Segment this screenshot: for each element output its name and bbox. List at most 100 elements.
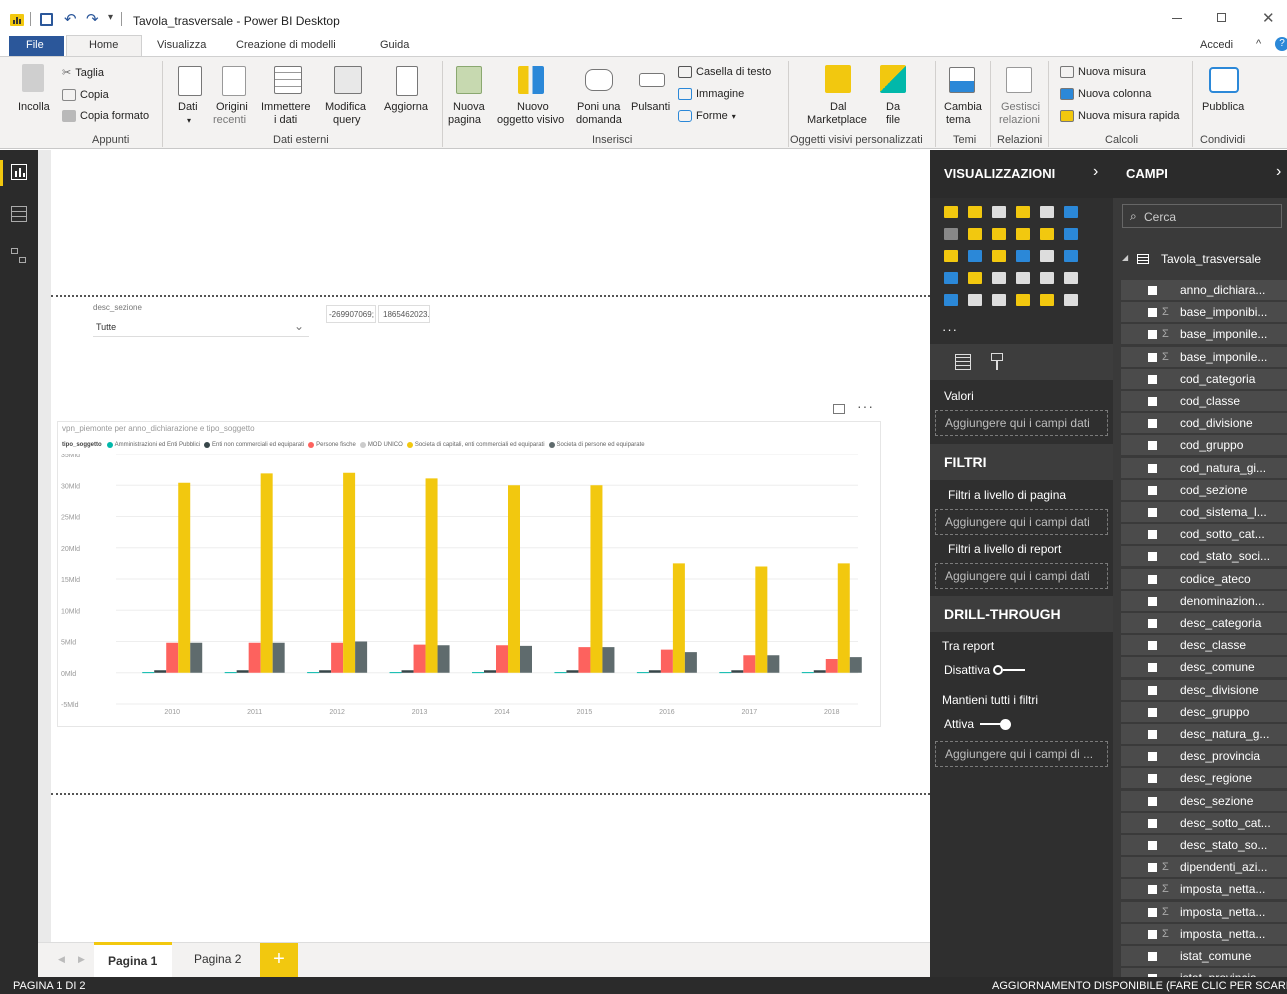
viz-type-icon[interactable] [968, 228, 982, 240]
signin-link[interactable]: Accedi [1200, 39, 1233, 51]
field-checkbox[interactable] [1148, 663, 1157, 673]
viz-type-icon[interactable] [1064, 250, 1078, 262]
bar-1-2015[interactable] [566, 670, 579, 673]
page-nav-prev-icon[interactable]: ◀ [58, 954, 65, 965]
bar-4-2018[interactable] [837, 563, 850, 673]
field-item[interactable]: cod_classe [1121, 391, 1287, 411]
field-item[interactable]: anno_dichiara... [1121, 280, 1287, 300]
tab-creazione-modelli[interactable]: Creazione di modelli [236, 39, 336, 51]
viz-type-icon[interactable] [992, 228, 1006, 240]
field-item[interactable]: cod_gruppo [1121, 435, 1287, 456]
bar-1-2017[interactable] [731, 670, 744, 673]
collapse-ribbon-icon[interactable]: ^ [1256, 38, 1261, 50]
bar-5-2012[interactable] [355, 641, 368, 673]
bar-0-2016[interactable] [636, 672, 649, 674]
bar-2-2015[interactable] [578, 647, 591, 673]
field-checkbox[interactable] [1148, 552, 1157, 562]
new-page-label2[interactable]: pagina [448, 114, 481, 127]
viz-collapse-icon[interactable]: › [1093, 163, 1098, 181]
bar-5-2017[interactable] [767, 655, 780, 673]
qna-label2[interactable]: domanda [576, 114, 622, 127]
from-file-label2[interactable]: file [886, 114, 900, 127]
bar-1-2016[interactable] [648, 670, 661, 673]
field-checkbox[interactable] [1148, 619, 1157, 628]
viz-type-icon[interactable] [944, 272, 958, 284]
edit-query-label2[interactable]: query [333, 114, 361, 127]
viz-type-icon[interactable] [944, 294, 958, 306]
bar-1-2014[interactable] [484, 670, 496, 673]
field-checkbox[interactable] [1148, 574, 1157, 584]
viz-type-icon[interactable] [1064, 272, 1078, 284]
relationships-label2[interactable]: relazioni [999, 114, 1040, 127]
recent-sources-button[interactable]: Origini [216, 101, 248, 114]
bar-2-2011[interactable] [248, 642, 261, 673]
more-visuals-icon[interactable]: ··· [942, 322, 958, 337]
field-item[interactable]: desc_divisione [1121, 679, 1287, 700]
field-checkbox[interactable] [1148, 818, 1157, 828]
bar-0-2011[interactable] [224, 672, 237, 674]
data-view-icon[interactable] [11, 206, 27, 222]
bar-0-2010[interactable] [142, 672, 155, 674]
tab-visualizza[interactable]: Visualizza [157, 39, 206, 51]
bar-2-2018[interactable] [825, 659, 838, 673]
bar-4-2010[interactable] [178, 482, 191, 673]
bar-2-2013[interactable] [413, 644, 426, 673]
field-item[interactable]: Σimposta_netta... [1121, 901, 1287, 922]
data-dropdown-icon[interactable]: ▾ [187, 114, 191, 127]
viz-type-icon[interactable] [1016, 250, 1030, 262]
bar-5-2015[interactable] [602, 647, 615, 673]
quick-measure-button[interactable]: Nuova misura rapida [1060, 110, 1180, 122]
slicer-dropdown[interactable]: Tutte ⌄ [93, 317, 309, 337]
restore-icon[interactable] [1217, 13, 1226, 22]
bar-4-2011[interactable] [260, 473, 273, 673]
field-item[interactable]: desc_sezione [1121, 790, 1287, 811]
field-checkbox[interactable] [1148, 929, 1157, 939]
bar-4-2016[interactable] [672, 563, 685, 673]
field-checkbox[interactable] [1148, 885, 1157, 895]
table-name[interactable]: Tavola_trasversale [1161, 252, 1261, 266]
viz-type-icon[interactable] [992, 272, 1006, 284]
bar-5-2010[interactable] [190, 642, 203, 673]
chart-visual[interactable]: vpn_piemonte per anno_dichiarazione e ti… [57, 421, 881, 727]
page-filters-drop-zone[interactable]: Aggiungere qui i campi dati [935, 509, 1108, 535]
viz-type-icon[interactable] [968, 250, 982, 262]
bar-1-2013[interactable] [401, 670, 414, 673]
viz-type-icon[interactable] [1040, 294, 1054, 306]
field-checkbox[interactable] [1148, 308, 1157, 318]
field-item[interactable]: Σbase_imponibi... [1121, 302, 1287, 323]
report-filters-drop-zone[interactable]: Aggiungere qui i campi dati [935, 563, 1108, 589]
viz-type-icon[interactable] [968, 272, 982, 284]
field-checkbox[interactable] [1148, 796, 1157, 806]
refresh-button[interactable]: Aggiorna [384, 101, 428, 114]
qna-button[interactable]: Poni una [577, 101, 620, 114]
field-item[interactable]: desc_gruppo [1121, 701, 1287, 722]
fields-search[interactable]: ⌕ Cerca [1122, 204, 1282, 228]
viz-type-icon[interactable] [968, 206, 982, 218]
bar-1-2018[interactable] [813, 670, 826, 673]
tab-home-label[interactable]: Home [89, 39, 118, 51]
field-item[interactable]: istat_comune [1121, 946, 1287, 966]
report-view-icon[interactable] [11, 164, 27, 180]
field-checkbox[interactable] [1148, 685, 1157, 695]
save-icon[interactable] [40, 13, 53, 26]
field-item[interactable]: desc_comune [1121, 657, 1287, 678]
field-item[interactable]: desc_stato_so... [1121, 835, 1287, 855]
help-icon[interactable]: ? [1275, 37, 1287, 51]
bar-5-2014[interactable] [520, 645, 532, 673]
field-checkbox[interactable] [1148, 907, 1157, 917]
bar-0-2017[interactable] [719, 672, 732, 674]
bar-2-2014[interactable] [496, 645, 508, 673]
viz-type-icon[interactable] [944, 228, 958, 240]
card-2[interactable]: 1865462023. [378, 305, 430, 323]
new-visual-button[interactable]: Nuovo [517, 101, 549, 114]
new-column-button[interactable]: Nuova colonna [1060, 88, 1151, 100]
bar-2-2012[interactable] [331, 642, 344, 673]
field-checkbox[interactable] [1148, 774, 1157, 784]
field-checkbox[interactable] [1148, 730, 1157, 739]
field-item[interactable]: Σbase_imponile... [1121, 324, 1287, 345]
field-item[interactable]: istat_provincia [1121, 968, 1287, 977]
viz-type-icon[interactable] [1016, 294, 1030, 306]
cross-report-toggle[interactable] [993, 664, 1027, 676]
update-available-link[interactable]: AGGIORNAMENTO DISPONIBILE (FARE CLIC PER… [992, 980, 1287, 992]
viz-type-icon[interactable] [1064, 228, 1078, 240]
